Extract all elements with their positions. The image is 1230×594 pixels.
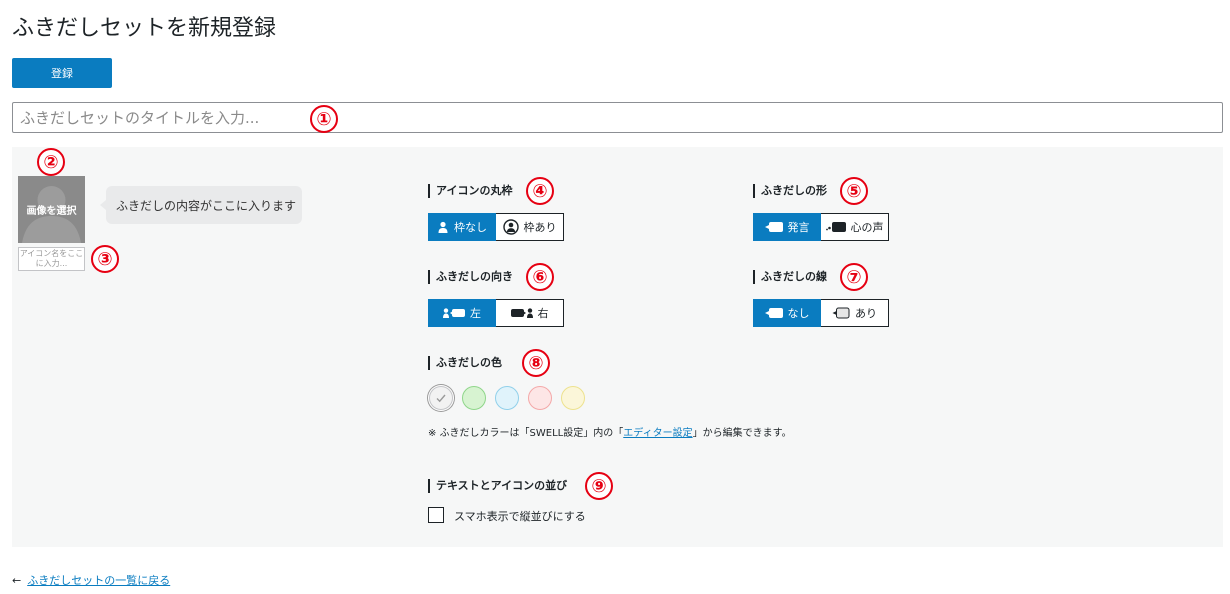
bubble-shape-speech-button[interactable]: 発言 <box>753 213 821 241</box>
avatar-select-label: 画像を選択 <box>26 206 77 217</box>
bubble-border-with-button[interactable]: あり <box>821 299 889 327</box>
color-swatch-green[interactable] <box>462 386 486 410</box>
icon-frame-none-label: 枠なし <box>454 221 487 234</box>
color-swatch-red[interactable] <box>528 386 552 410</box>
person-circle-icon <box>502 219 519 235</box>
bubble-shape-thought-label: 心の声 <box>850 221 884 234</box>
icon-frame-bordered-label: 枠あり <box>523 221 557 234</box>
bubble-person-right-icon <box>510 308 533 318</box>
marker-8: ⑧ <box>522 349 550 377</box>
marker-1: ① <box>310 105 338 133</box>
marker-6: ⑥ <box>526 263 554 291</box>
back-nav: ← ふきだしセットの一覧に戻る <box>12 572 170 588</box>
speech-bubble-icon <box>764 308 783 318</box>
bubble-shape-speech-label: 発言 <box>787 221 810 234</box>
thought-bubble-icon <box>825 222 846 232</box>
color-note-suffix: 」から編集できます。 <box>692 428 792 439</box>
outlined-bubble-icon <box>832 307 850 319</box>
icon-frame-label: アイコンの丸枠 <box>428 184 512 198</box>
back-to-list-link[interactable]: ふきだしセットの一覧に戻る <box>27 572 170 588</box>
layout-option-label: テキストとアイコンの並び <box>428 479 567 493</box>
bubble-color-label: ふきだしの色 <box>428 356 502 370</box>
marker-4: ④ <box>526 177 554 205</box>
bubble-border-label: ふきだしの線 <box>753 270 827 284</box>
marker-3: ③ <box>91 245 119 273</box>
icon-frame-toggle: 枠なし 枠あり <box>428 213 564 241</box>
color-note: ※ ふきだしカラーは「SWELL設定」内の「エディター設定」から編集できます。 <box>428 424 792 439</box>
bubble-preview: ふきだしの内容がここに入ります <box>100 186 302 224</box>
color-swatch-yellow[interactable] <box>561 386 585 410</box>
bubble-direction-toggle: 左 右 <box>428 299 564 327</box>
avatar-image-select[interactable]: 画像を選択 <box>18 176 85 243</box>
marker-2: ② <box>37 148 65 176</box>
back-arrow-icon: ← <box>12 573 22 587</box>
page-title: ふきだしセットを新規登録 <box>12 16 277 41</box>
person-bubble-left-icon <box>443 308 465 318</box>
bubble-direction-left-label: 左 <box>470 307 481 320</box>
register-button[interactable]: 登録 <box>12 58 112 88</box>
marker-5: ⑤ <box>840 177 868 205</box>
person-icon <box>438 221 448 233</box>
bubble-border-toggle: なし あり <box>753 299 889 327</box>
color-swatch-default[interactable] <box>429 386 453 410</box>
bubble-direction-label: ふきだしの向き <box>428 270 513 284</box>
speech-bubble-icon <box>764 222 783 232</box>
icon-frame-none-button[interactable]: 枠なし <box>428 213 496 241</box>
bubble-shape-label: ふきだしの形 <box>753 184 827 198</box>
bubble-direction-left-button[interactable]: 左 <box>428 299 496 327</box>
title-input[interactable] <box>12 102 1223 133</box>
vertical-layout-checkbox[interactable] <box>428 507 444 523</box>
editor-settings-link[interactable]: エディター設定 <box>623 428 692 439</box>
bubble-shape-toggle: 発言 心の声 <box>753 213 889 241</box>
vertical-layout-label: スマホ表示で縦並びにする <box>454 510 586 523</box>
icon-name-input[interactable]: アイコン名をここに入力... <box>18 247 85 271</box>
bubble-direction-right-label: 右 <box>537 307 549 320</box>
bubble-border-with-label: あり <box>855 307 877 320</box>
marker-9: ⑨ <box>585 472 613 500</box>
icon-frame-bordered-button[interactable]: 枠あり <box>496 213 564 241</box>
marker-7: ⑦ <box>840 263 868 291</box>
bubble-border-none-label: なし <box>787 307 810 320</box>
checkmark-icon <box>436 394 446 403</box>
bubble-shape-thought-button[interactable]: 心の声 <box>821 213 889 241</box>
color-swatch-blue[interactable] <box>495 386 519 410</box>
bubble-direction-right-button[interactable]: 右 <box>496 299 564 327</box>
bubble-border-none-button[interactable]: なし <box>753 299 821 327</box>
color-note-prefix: ※ ふきだしカラーは「SWELL設定」内の「 <box>428 428 624 439</box>
